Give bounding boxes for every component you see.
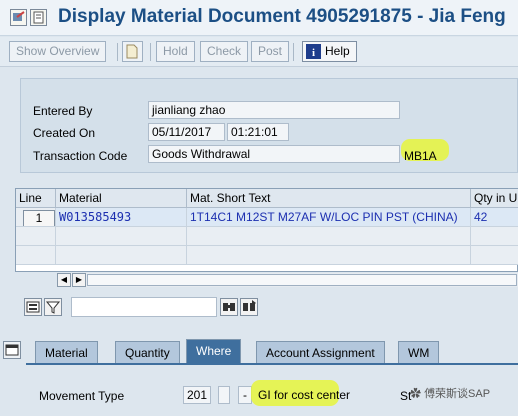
title-icons <box>10 9 50 27</box>
line-number-box[interactable]: 1 <box>23 210 55 226</box>
items-table: Line Material Mat. Short Text Qty in U 1… <box>15 188 518 272</box>
header-panel: Entered By jianliang zhao Created On 05/… <box>20 78 518 173</box>
tab-material[interactable]: Material <box>35 341 98 363</box>
help-label: Help <box>325 44 350 58</box>
svg-text:i: i <box>312 47 315 59</box>
filter-icon[interactable] <box>44 298 62 316</box>
hold-button[interactable]: Hold <box>156 41 195 62</box>
transaction-code-id: MB1A <box>404 149 437 163</box>
tab-account-assignment[interactable]: Account Assignment <box>256 341 385 363</box>
toolbar-separator <box>150 43 151 61</box>
find-next-icon[interactable] <box>240 298 258 316</box>
empty-cell <box>187 246 471 265</box>
table-row[interactable]: 1 W013585493 1T14C1 M12ST M27AF W/LOC PI… <box>16 208 518 227</box>
transaction-code-label: Transaction Code <box>33 149 128 163</box>
display-change-icon[interactable] <box>10 9 27 26</box>
watermark: ✿ 傅荣斯谈SAP <box>410 385 490 401</box>
title-bar: Display Material Document 4905291875 - J… <box>0 0 518 36</box>
watermark-text: 傅荣斯谈SAP <box>424 388 491 400</box>
scroll-thumb[interactable] <box>87 274 517 286</box>
column-header-short-text[interactable]: Mat. Short Text <box>187 189 471 208</box>
created-on-time-field[interactable]: 01:21:01 <box>227 123 289 141</box>
empty-cell <box>16 246 56 265</box>
transaction-code-field[interactable]: Goods Withdrawal <box>148 145 400 163</box>
empty-cell <box>187 227 471 246</box>
application-toolbar: Show Overview Hold Check Post i Help <box>0 37 518 67</box>
check-button[interactable]: Check <box>200 41 249 62</box>
toolbar-separator <box>293 43 294 61</box>
empty-cell <box>471 246 518 265</box>
line-cell: 1 <box>16 208 56 227</box>
table-horizontal-scrollbar[interactable]: ◀ ▶ <box>57 273 518 287</box>
column-header-qty[interactable]: Qty in U <box>471 189 518 208</box>
find-icon[interactable] <box>220 298 238 316</box>
table-row-empty <box>16 227 518 246</box>
empty-cell <box>56 246 187 265</box>
movement-type-dash: - <box>238 386 252 404</box>
find-input[interactable] <box>71 297 217 317</box>
created-on-date-field[interactable]: 05/11/2017 <box>148 123 225 141</box>
entered-by-label: Entered By <box>33 104 93 118</box>
scroll-left-icon[interactable]: ◀ <box>57 273 71 287</box>
show-overview-button[interactable]: Show Overview <box>9 41 107 62</box>
material-cell[interactable]: W013585493 <box>56 208 187 227</box>
tab-strip: Material Quantity Where Account Assignme… <box>0 336 518 366</box>
empty-cell <box>16 227 56 246</box>
created-on-label: Created On <box>33 126 96 140</box>
tab-quantity[interactable]: Quantity <box>115 341 180 363</box>
column-header-line[interactable]: Line <box>16 189 56 208</box>
page-title: Display Material Document 4905291875 - J… <box>58 6 506 27</box>
column-header-material[interactable]: Material <box>56 189 187 208</box>
short-text-cell[interactable]: 1T14C1 M12ST M27AF W/LOC PIN PST (CHINA) <box>187 208 471 227</box>
special-stock-field[interactable] <box>218 386 230 404</box>
tab-wm[interactable]: WM <box>398 341 440 363</box>
empty-cell <box>471 227 518 246</box>
entered-by-field[interactable]: jianliang zhao <box>148 101 400 119</box>
toolbar-separator <box>117 43 118 61</box>
info-icon: i <box>306 44 321 62</box>
select-all-icon[interactable] <box>24 298 42 316</box>
wechat-icon: ✿ <box>410 388 425 400</box>
page-icon <box>125 44 139 62</box>
new-document-button[interactable] <box>122 41 143 62</box>
table-row-empty <box>16 246 518 265</box>
scroll-right-icon[interactable]: ▶ <box>72 273 86 287</box>
post-button[interactable]: Post <box>251 41 290 62</box>
movement-type-description: GI for cost center <box>258 388 351 402</box>
other-document-icon[interactable] <box>30 9 47 26</box>
qty-cell[interactable]: 42 <box>471 208 518 227</box>
movement-type-label: Movement Type <box>39 389 125 403</box>
empty-cell <box>56 227 187 246</box>
tab-where[interactable]: Where <box>186 339 242 364</box>
help-button[interactable]: i Help <box>302 41 357 62</box>
movement-type-field[interactable]: 201 <box>183 386 211 404</box>
